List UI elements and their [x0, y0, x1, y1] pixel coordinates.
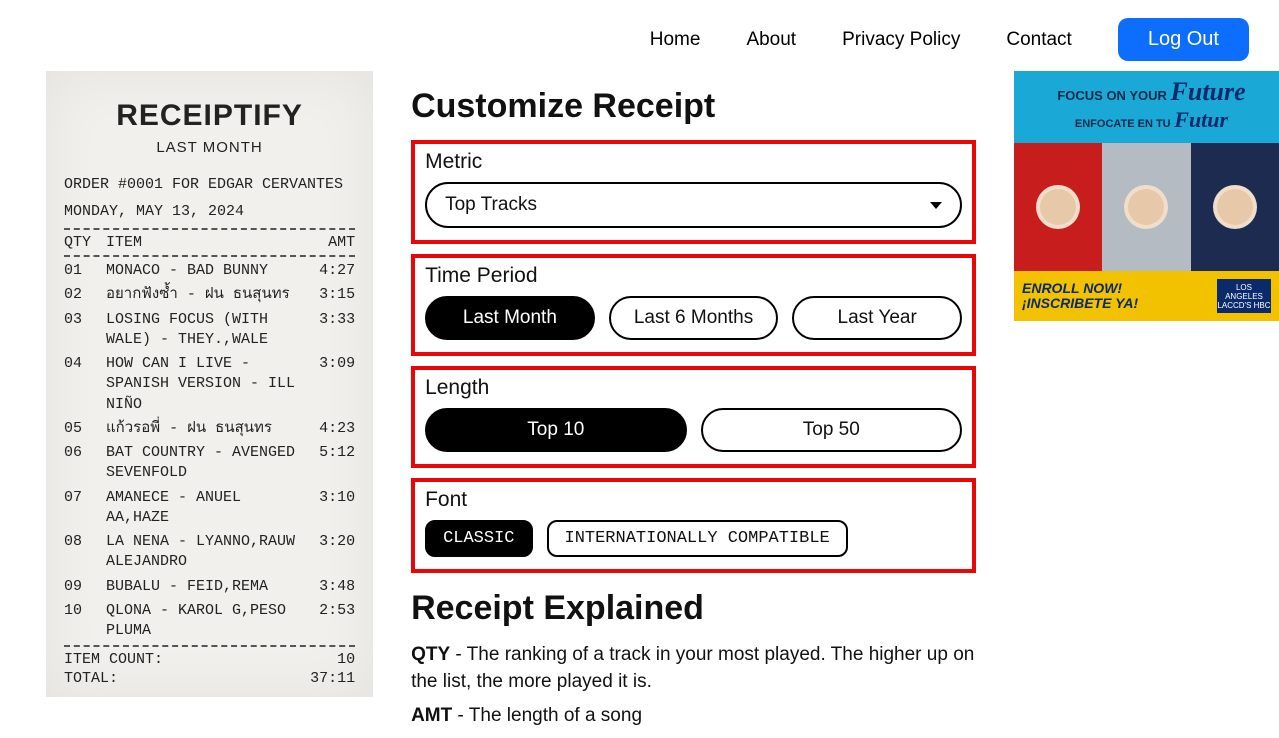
table-row: 02อยากฟังซ้ำ - ฝน ธนสุนทร3:15	[64, 285, 355, 305]
receipt-rows: 01MONACO - BAD BUNNY4:27 02อยากฟังซ้ำ - ฝ…	[64, 261, 355, 641]
font-label: Font	[425, 488, 962, 512]
row-qty: 01	[64, 261, 106, 281]
ad-logo: LOS ANGELESLACCD'S HBC	[1217, 279, 1271, 313]
time-period-group: Time Period Last Month Last 6 Months Last …	[411, 254, 976, 356]
row-qty: 07	[64, 488, 106, 529]
row-item: แก้วรอพี่ - ฝน ธนสุนทร	[106, 419, 305, 439]
divider	[64, 228, 355, 230]
table-row: 08LA NENA - LYANNO,RAUW ALEJANDRO3:20	[64, 532, 355, 573]
customize-heading: Customize Receipt	[411, 87, 976, 126]
row-item: LOSING FOCUS (WITH WALE) - THEY.,WALE	[106, 310, 305, 351]
divider	[64, 645, 355, 647]
row-qty: 02	[64, 285, 106, 305]
length-label: Length	[425, 376, 962, 400]
metric-selected: Top Tracks	[445, 194, 537, 216]
row-item: อยากฟังซ้ำ - ฝน ธนสุนทร	[106, 285, 305, 305]
row-amt: 3:20	[305, 532, 355, 573]
length-option[interactable]: Top 10	[425, 408, 686, 452]
row-amt: 3:33	[305, 310, 355, 351]
receipt-columns: QTY ITEM AMT	[64, 234, 355, 251]
chevron-down-icon	[930, 202, 942, 209]
ad-banner[interactable]: FOCUS ON YOUR Future ENFOCATE EN TU Futu…	[1014, 71, 1279, 321]
logout-button[interactable]: Log Out	[1118, 18, 1249, 61]
row-amt: 2:53	[305, 601, 355, 642]
ad-column: FOCUS ON YOUR Future ENFOCATE EN TU Futu…	[1014, 71, 1279, 321]
row-qty: 06	[64, 443, 106, 484]
total-label: TOTAL:	[64, 670, 118, 687]
receipt-title: RECEIPTIFY	[64, 99, 355, 133]
total-value: 37:11	[310, 670, 355, 687]
row-amt: 3:09	[305, 354, 355, 415]
metric-label: Metric	[425, 150, 962, 174]
row-amt: 3:10	[305, 488, 355, 529]
explain-amt: AMT - The length of a song	[411, 703, 976, 730]
ad-imagery	[1014, 143, 1279, 271]
receipt-date-line: MONDAY, MAY 13, 2024	[64, 201, 355, 222]
row-item: QLONA - KAROL G,PESO PLUMA	[106, 601, 305, 642]
row-qty: 08	[64, 532, 106, 573]
length-group: Length Top 10 Top 50	[411, 366, 976, 468]
font-option[interactable]: INTERNATIONALLY COMPATIBLE	[547, 520, 848, 557]
receipt-item-count: ITEM COUNT: 10	[64, 651, 355, 668]
time-option[interactable]: Last Month	[425, 296, 595, 340]
explain-heading: Receipt Explained	[411, 589, 976, 628]
row-qty: 09	[64, 577, 106, 597]
time-option[interactable]: Last 6 Months	[609, 296, 779, 340]
row-item: MONACO - BAD BUNNY	[106, 261, 305, 281]
row-qty: 10	[64, 601, 106, 642]
row-qty: 03	[64, 310, 106, 351]
row-qty: 05	[64, 419, 106, 439]
row-item: HOW CAN I LIVE - SPANISH VERSION - ILL N…	[106, 354, 305, 415]
top-nav: Home About Privacy Policy Contact Log Ou…	[0, 0, 1279, 71]
table-row: 03LOSING FOCUS (WITH WALE) - THEY.,WALE3…	[64, 310, 355, 351]
row-amt: 3:15	[305, 285, 355, 305]
row-item: BUBALU - FEID,REMA	[106, 577, 305, 597]
nav-about[interactable]: About	[746, 29, 796, 51]
table-row: 04HOW CAN I LIVE - SPANISH VERSION - ILL…	[64, 354, 355, 415]
col-amt: AMT	[305, 234, 355, 251]
row-qty: 04	[64, 354, 106, 415]
col-qty: QTY	[64, 234, 106, 251]
receipt-preview: RECEIPTIFY LAST MONTH ORDER #0001 FOR ED…	[46, 71, 373, 697]
divider	[64, 255, 355, 257]
row-amt: 4:23	[305, 419, 355, 439]
table-row: 05แก้วรอพี่ - ฝน ธนสุนทร4:23	[64, 419, 355, 439]
ad-headline: FOCUS ON YOUR Future ENFOCATE EN TU Futu…	[1014, 71, 1279, 143]
nav-home[interactable]: Home	[650, 29, 701, 51]
row-amt: 4:27	[305, 261, 355, 281]
item-count-value: 10	[337, 651, 355, 668]
metric-group: Metric Top Tracks	[411, 140, 976, 244]
table-row: 06BAT COUNTRY - AVENGED SEVENFOLD5:12	[64, 443, 355, 484]
table-row: 10QLONA - KAROL G,PESO PLUMA2:53	[64, 601, 355, 642]
ad-cta: ENROLL NOW! ¡INSCRIBETE YA! LOS ANGELESL…	[1014, 271, 1279, 321]
table-row: 09BUBALU - FEID,REMA3:48	[64, 577, 355, 597]
receipt-total: TOTAL: 37:11	[64, 670, 355, 687]
customize-panel: Customize Receipt Metric Top Tracks Time…	[411, 71, 976, 738]
nav-privacy[interactable]: Privacy Policy	[842, 29, 960, 51]
row-item: LA NENA - LYANNO,RAUW ALEJANDRO	[106, 532, 305, 573]
table-row: 07AMANECE - ANUEL AA,HAZE3:10	[64, 488, 355, 529]
length-option[interactable]: Top 50	[701, 408, 962, 452]
col-item: ITEM	[106, 234, 305, 251]
font-option[interactable]: CLASSIC	[425, 520, 532, 557]
table-row: 01MONACO - BAD BUNNY4:27	[64, 261, 355, 281]
receipt-order-line: ORDER #0001 FOR EDGAR CERVANTES	[64, 174, 355, 195]
receipt-explained: Receipt Explained QTY - The ranking of a…	[411, 589, 976, 730]
time-period-label: Time Period	[425, 264, 962, 288]
receipt-subtitle: LAST MONTH	[64, 139, 355, 156]
row-amt: 5:12	[305, 443, 355, 484]
item-count-label: ITEM COUNT:	[64, 651, 163, 668]
time-option[interactable]: Last Year	[792, 296, 962, 340]
explain-qty: QTY - The ranking of a track in your mos…	[411, 642, 976, 695]
nav-contact[interactable]: Contact	[1006, 29, 1071, 51]
row-amt: 3:48	[305, 577, 355, 597]
row-item: BAT COUNTRY - AVENGED SEVENFOLD	[106, 443, 305, 484]
metric-select[interactable]: Top Tracks	[425, 182, 962, 228]
row-item: AMANECE - ANUEL AA,HAZE	[106, 488, 305, 529]
font-group: Font CLASSIC INTERNATIONALLY COMPATIBLE	[411, 478, 976, 573]
